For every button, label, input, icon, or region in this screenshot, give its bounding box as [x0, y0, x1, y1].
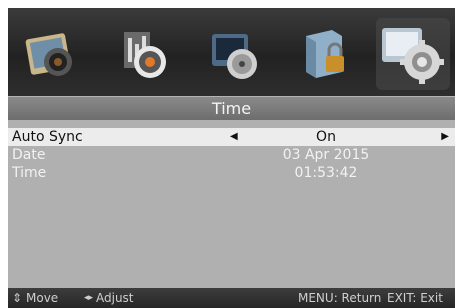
menu-item-label: Date	[12, 147, 46, 163]
menu-return-hint: MENU: Return	[298, 291, 382, 305]
adjust-hint: Adjust	[96, 291, 134, 305]
tv-settings-menu: Time Auto Sync ◀ On ▶ Date 03 Apr 2015 T…	[0, 0, 455, 308]
menu-item-value: 03 Apr 2015	[282, 147, 370, 163]
exit-hint: EXIT: Exit	[387, 291, 443, 305]
menu-item-auto-sync[interactable]: Auto Sync ◀ On ▶	[8, 128, 455, 146]
up-down-arrows-icon: ⇕	[12, 291, 23, 305]
menu-item-label: Time	[12, 165, 47, 181]
menu-item-value: On	[316, 129, 336, 145]
channel-icon[interactable]	[206, 26, 266, 84]
setup-icon[interactable]	[374, 16, 452, 92]
arrow-right-icon[interactable]: ▶	[441, 128, 449, 146]
left-right-arrows-icon: ◂▸	[84, 293, 94, 303]
sound-icon[interactable]	[114, 26, 174, 84]
menu-title: Time	[8, 96, 455, 120]
menu-item-date[interactable]: Date 03 Apr 2015	[8, 146, 455, 164]
category-icon-bar	[8, 8, 455, 96]
menu-content: Auto Sync ◀ On ▶ Date 03 Apr 2015 Time 0…	[8, 120, 455, 288]
menu-item-time[interactable]: Time 01:53:42	[8, 164, 455, 182]
picture-icon[interactable]	[22, 26, 82, 84]
move-hint: Move	[26, 291, 59, 305]
lock-icon[interactable]	[298, 26, 358, 84]
menu-item-value: 01:53:42	[294, 165, 358, 181]
hint-bar: ⇕ Move ◂▸ Adjust MENU: Return EXIT: Exit	[8, 288, 455, 308]
menu-item-label: Auto Sync	[12, 129, 83, 145]
